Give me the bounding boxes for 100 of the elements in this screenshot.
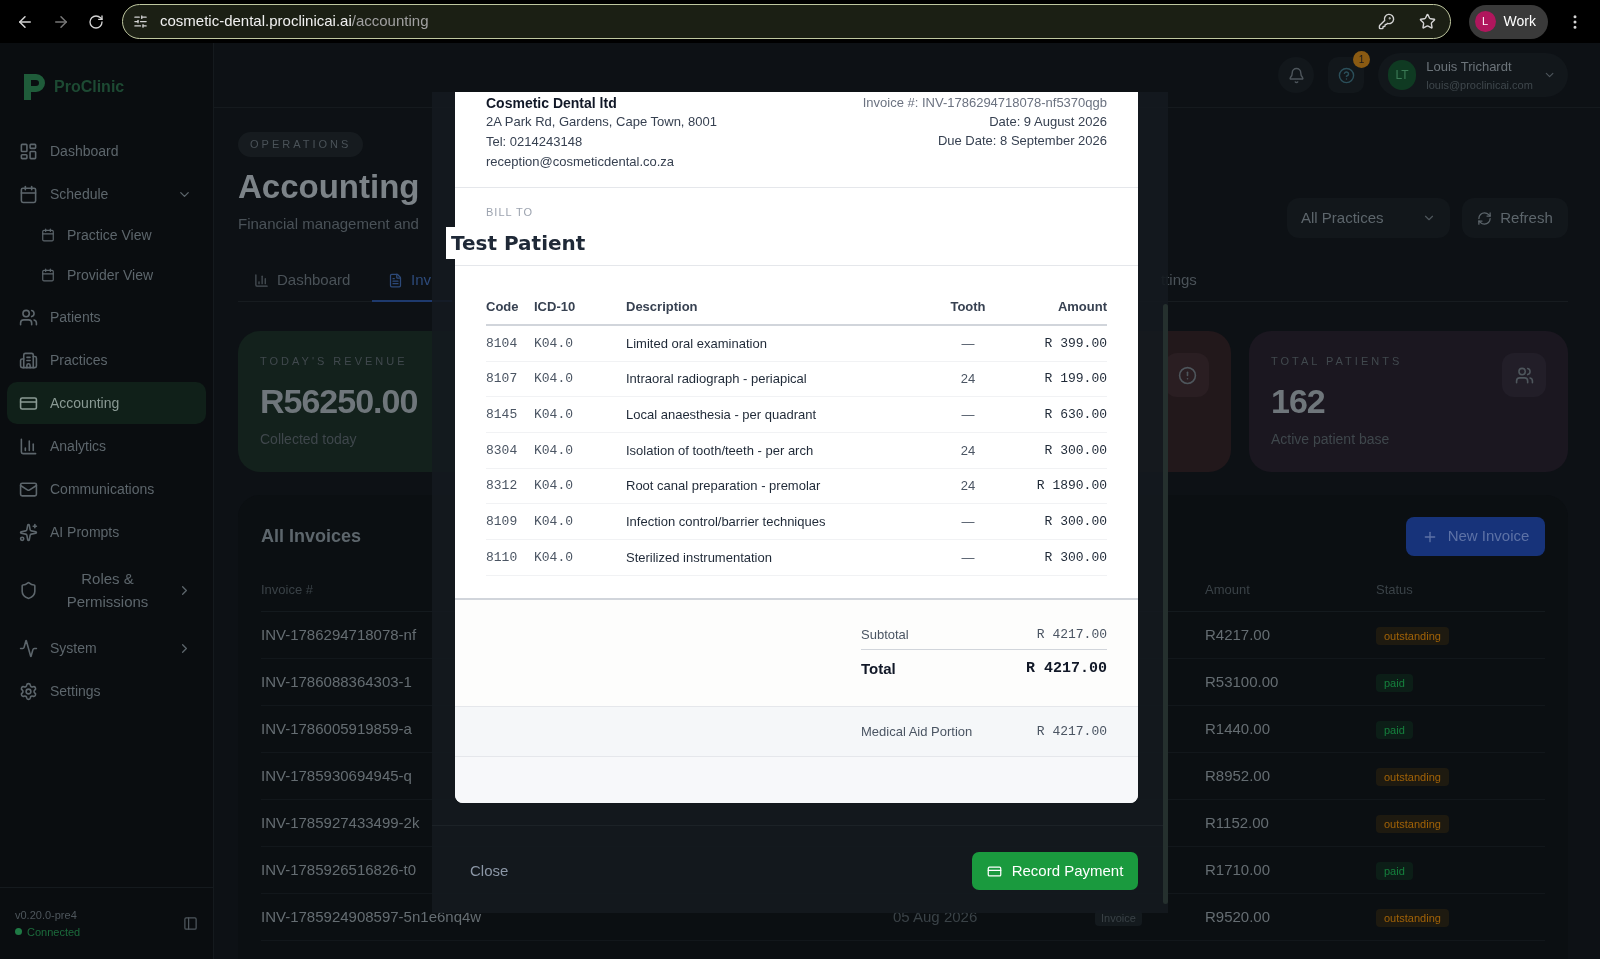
users-icon xyxy=(19,307,38,327)
nav-label: Accounting xyxy=(50,393,121,413)
status-tag: paid xyxy=(1376,674,1413,692)
icd-code: K04.0 xyxy=(534,548,574,567)
invoice-number: INV-1786088364303-1 xyxy=(261,673,412,690)
key-icon[interactable] xyxy=(1377,13,1395,30)
nav-label: Patients xyxy=(50,307,102,327)
nav-label: Dashboard xyxy=(50,141,120,161)
address-field[interactable]: cosmetic-dental.proclinicai.ai/accounting xyxy=(122,4,1451,39)
invoice-amount: R1710.00 xyxy=(1205,859,1272,880)
nav-item[interactable]: AI Prompts xyxy=(7,511,206,553)
due-date: Due Date: 8 September 2026 xyxy=(937,132,1107,150)
alert-icon xyxy=(1177,365,1197,385)
line-amount: R 300.00 xyxy=(1043,548,1107,567)
new-invoice-button[interactable]: New Invoice xyxy=(1406,517,1545,556)
page-title: Accounting xyxy=(238,167,421,207)
document-icon xyxy=(388,272,403,288)
tab[interactable]: Dashboard xyxy=(238,260,372,302)
icd-code: K04.0 xyxy=(534,477,574,496)
invoice-number: INV-1785927433499-2k xyxy=(261,814,420,831)
procedure-code: 8107 xyxy=(486,370,519,389)
icd-code: K04.0 xyxy=(534,334,574,353)
bell-icon xyxy=(1287,66,1305,84)
sparkles-icon xyxy=(19,522,38,542)
tooth-number: — xyxy=(960,548,976,567)
invoice-amount: R53100.00 xyxy=(1205,671,1280,692)
refresh-icon xyxy=(1477,210,1493,226)
tooth-number: 24 xyxy=(959,477,977,496)
site-settings-icon[interactable] xyxy=(133,14,148,29)
panel-title: All Invoices xyxy=(261,525,362,548)
status-tag: outstanding xyxy=(1376,815,1449,833)
nav-label: Provider View xyxy=(67,265,155,285)
user-avatar: LT xyxy=(1388,60,1417,90)
close-button[interactable]: Close xyxy=(470,860,509,883)
nav-label: AI Prompts xyxy=(50,522,121,542)
collapse-sidebar-icon[interactable] xyxy=(183,916,198,931)
bookmark-star-icon[interactable] xyxy=(1418,13,1436,30)
bar-chart-icon xyxy=(254,272,269,288)
nav-label: Settings xyxy=(50,681,102,701)
line-amount: R 1890.00 xyxy=(1035,477,1107,496)
nav-label: Communications xyxy=(50,479,156,499)
nav-label: System xyxy=(50,638,98,658)
help-icon xyxy=(1337,66,1355,84)
company-name: Cosmetic Dental ltd xyxy=(486,94,618,112)
nav-item[interactable]: Analytics xyxy=(7,425,206,467)
invoice-amount: R4217.00 xyxy=(1205,624,1272,645)
description: Root canal preparation - premolar xyxy=(626,477,822,496)
column-header: Amount xyxy=(1056,298,1107,317)
bar-chart-icon xyxy=(19,436,38,456)
invoice-date: Date: 9 August 2026 xyxy=(989,113,1107,131)
nav-item[interactable]: Provider View xyxy=(7,255,206,295)
page-subtitle: Financial management and xyxy=(238,214,420,234)
tooth-number: — xyxy=(960,405,976,424)
help-button[interactable] xyxy=(1328,57,1364,93)
nav-item[interactable]: Communications xyxy=(7,468,206,510)
icd-code: K04.0 xyxy=(534,370,574,389)
status-tag: paid xyxy=(1376,862,1413,880)
refresh-button[interactable]: Refresh xyxy=(1462,198,1568,238)
column-header: ICD-10 xyxy=(534,298,577,317)
line-amount: R 630.00 xyxy=(1043,405,1107,424)
nav-item[interactable]: Settings xyxy=(7,670,206,712)
description: Sterilized instrumentation xyxy=(626,548,773,567)
nav-item[interactable]: Roles & Permissions xyxy=(7,554,206,626)
calendar-icon xyxy=(19,184,38,204)
line-amount: R 399.00 xyxy=(1043,334,1107,353)
nav-label: Schedule xyxy=(50,184,110,204)
logo-text: ProClinic xyxy=(54,76,125,97)
description: Local anaesthesia - per quadrant xyxy=(626,405,818,424)
nav-item[interactable]: Schedule xyxy=(7,173,206,215)
nav-item[interactable]: Dashboard xyxy=(7,130,206,172)
description: Intraoral radiograph - periapical xyxy=(626,370,808,389)
nav-item[interactable]: System xyxy=(7,627,206,669)
record-payment-button[interactable]: Record Payment xyxy=(972,852,1138,891)
nav-label: Analytics xyxy=(50,436,108,456)
reload-icon[interactable] xyxy=(88,13,104,30)
notification-badge: 1 xyxy=(1353,51,1370,68)
invoice-number: INV-1785926516826-t0 xyxy=(261,861,417,878)
profile-chip[interactable]: L Work xyxy=(1468,4,1548,39)
total-label: Total xyxy=(861,658,896,679)
procedure-code: 8104 xyxy=(486,334,519,353)
invoice-number: INV-1785924908597-5n1e6nq4w xyxy=(261,908,482,925)
version-text: v0.20.0-pre4 xyxy=(15,908,78,923)
nav-item[interactable]: Practices xyxy=(7,339,206,381)
invoice-amount: R8952.00 xyxy=(1205,765,1272,786)
icd-code: K04.0 xyxy=(534,513,574,532)
invoice-number: Invoice #: INV-1786294718078-nf5370qgb xyxy=(862,94,1107,112)
nav-item[interactable]: Accounting xyxy=(7,382,206,424)
shield-icon xyxy=(19,580,38,600)
credit-card-icon xyxy=(986,863,1002,879)
user-name: Louis Trichardt xyxy=(1426,58,1513,76)
subtotal-value: R 4217.00 xyxy=(1036,625,1107,644)
line-amount: R 300.00 xyxy=(1043,513,1107,532)
company-detail: reception@cosmeticdental.co.za xyxy=(486,153,676,171)
nav-item[interactable]: Practice View xyxy=(7,215,206,255)
procedure-code: 8109 xyxy=(486,513,519,532)
nav-item[interactable]: Patients xyxy=(7,296,206,338)
practice-select[interactable]: All Practices xyxy=(1287,198,1450,238)
description: Limited oral examination xyxy=(626,334,768,353)
medical-aid-value: R 4217.00 xyxy=(1036,722,1107,741)
column-header: Description xyxy=(626,298,699,317)
